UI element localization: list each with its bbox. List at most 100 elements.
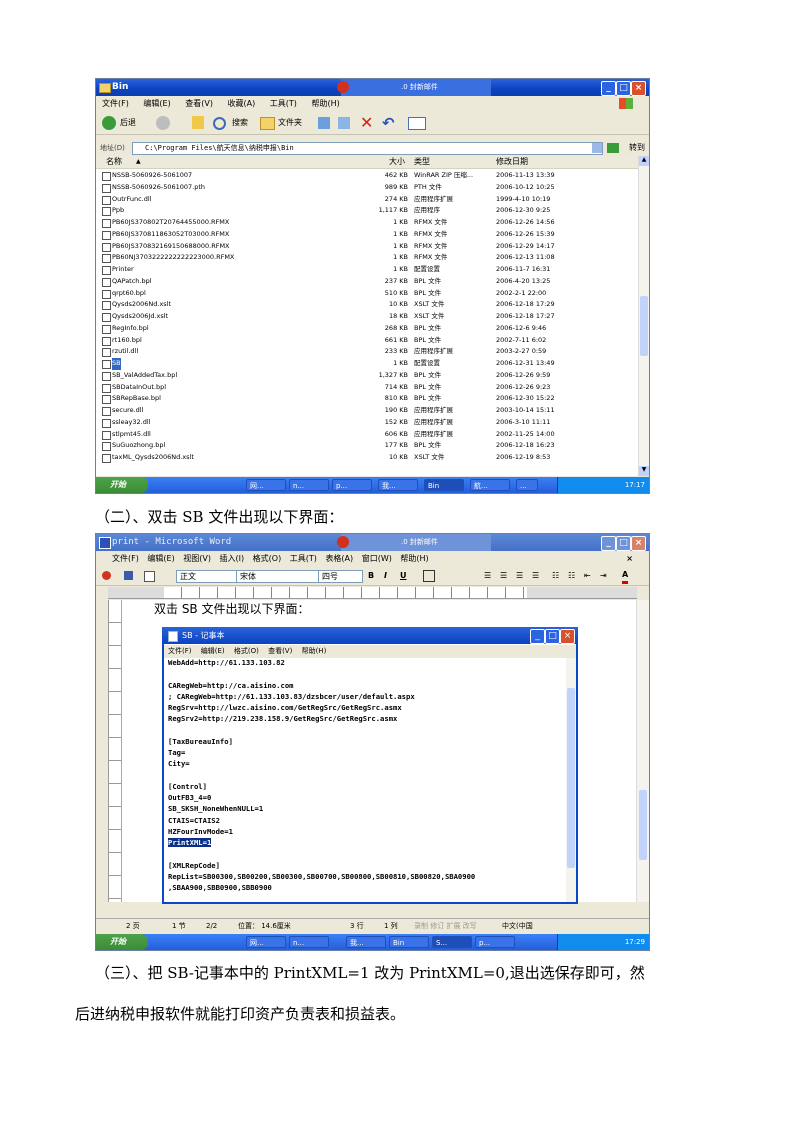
menu-edit[interactable]: 编辑(E): [147, 554, 174, 563]
menu-view[interactable]: 查看(V): [185, 99, 213, 108]
taskbar-item[interactable]: p...: [475, 936, 515, 948]
style-select[interactable]: 正文: [176, 570, 239, 583]
back-icon[interactable]: [102, 116, 116, 130]
italic-icon[interactable]: I: [384, 567, 387, 585]
align-center-icon[interactable]: ☰: [500, 567, 507, 585]
file-row[interactable]: Printer 1 KB 配置设置 2006-11-7 16:31: [96, 264, 639, 276]
underline-icon[interactable]: U: [400, 567, 407, 585]
word-scrollbar[interactable]: [636, 600, 649, 902]
file-list-scrollbar[interactable]: ▲ ▼: [638, 156, 649, 476]
search-label[interactable]: 搜索: [232, 112, 248, 134]
start-button[interactable]: 开始: [96, 934, 148, 950]
notepad-text-area[interactable]: WebAdd=http://61.133.103.82 CARegWeb=htt…: [168, 657, 475, 893]
file-row[interactable]: SBDataInOut.bpl 714 KB BPL 文件 2006-12-26 9:…: [96, 382, 639, 394]
align-left-icon[interactable]: ☰: [484, 567, 491, 585]
go-button[interactable]: 转到: [629, 141, 645, 155]
menu-table[interactable]: 表格(A): [325, 554, 353, 563]
file-row[interactable]: Qysds2006Jd.xslt 18 KB XSLT 文件 2006-12-18 1…: [96, 311, 639, 323]
copy-to-icon[interactable]: [338, 117, 350, 129]
taskbar-item[interactable]: Bin: [424, 479, 464, 491]
address-input[interactable]: C:\Program Files\航天信息\纳税申报\Bin: [132, 142, 603, 155]
font-color-icon[interactable]: A: [622, 569, 629, 584]
save-icon[interactable]: [124, 571, 133, 580]
file-row[interactable]: stlpmt45.dll 606 KB 应用程序扩展 2002-11-25 14:00: [96, 429, 639, 441]
address-dropdown-icon[interactable]: [592, 143, 602, 153]
menu-file[interactable]: 文件(F): [112, 554, 139, 563]
search-icon[interactable]: [213, 117, 226, 130]
menu-insert[interactable]: 插入(I): [220, 554, 245, 563]
justify-icon[interactable]: ☰: [532, 567, 539, 585]
file-row[interactable]: PB60JS370811863052T03000.RFMX 1 KB RFMX 文件…: [96, 229, 639, 241]
menu-window[interactable]: 窗口(W): [362, 554, 392, 563]
file-row[interactable]: QAPatch.bpl 237 KB BPL 文件 2006-4-20 13:25: [96, 276, 639, 288]
file-row[interactable]: taxML_Qysds2006Nd.xslt 10 KB XSLT 文件 2006-1…: [96, 452, 639, 464]
bold-icon[interactable]: B: [368, 567, 374, 585]
menu-view[interactable]: 查看(V): [268, 647, 292, 655]
taskbar-item[interactable]: p...: [332, 479, 372, 491]
start-button[interactable]: 开始: [96, 477, 148, 493]
menu-file[interactable]: 文件(F): [102, 99, 129, 108]
folders-label[interactable]: 文件夹: [278, 112, 302, 134]
taskbar-item[interactable]: 网...: [246, 936, 286, 948]
taskbar-item[interactable]: n...: [289, 479, 329, 491]
file-row[interactable]: Ppb 1,117 KB 应用程序 2006-12-30 9:25: [96, 205, 639, 217]
column-size[interactable]: 大小: [389, 156, 405, 168]
close-button[interactable]: ×: [631, 81, 646, 96]
forward-icon[interactable]: [156, 116, 170, 130]
taskbar-item[interactable]: S...: [432, 936, 472, 948]
close-button[interactable]: ×: [631, 536, 646, 551]
undo-icon[interactable]: ↶: [382, 112, 395, 134]
notepad-scrollbar[interactable]: [566, 658, 576, 902]
minimize-button[interactable]: _: [601, 81, 616, 96]
menu-format[interactable]: 格式(O): [234, 647, 259, 655]
file-row[interactable]: Qysds2006Nd.xslt 10 KB XSLT 文件 2006-12-18 1…: [96, 299, 639, 311]
menu-help[interactable]: 帮助(H): [311, 99, 339, 108]
taskbar-item[interactable]: 我...: [346, 936, 386, 948]
size-select[interactable]: 四号: [318, 570, 363, 583]
taskbar-item[interactable]: 网...: [246, 479, 286, 491]
move-to-icon[interactable]: [318, 117, 330, 129]
views-icon[interactable]: [408, 117, 426, 130]
numbering-icon[interactable]: ☷: [552, 567, 559, 585]
file-row[interactable]: RegInfo.bpl 268 KB BPL 文件 2006-12-6 9:46: [96, 323, 639, 335]
menu-format[interactable]: 格式(O): [253, 554, 282, 563]
column-name[interactable]: 名称: [106, 156, 122, 168]
file-row[interactable]: secure.dll 190 KB 应用程序扩展 2003-10-14 15:11: [96, 405, 639, 417]
file-row[interactable]: SuGuozhong.bpl 177 KB BPL 文件 2006-12-18 16:…: [96, 440, 639, 452]
menu-view[interactable]: 视图(V): [183, 554, 211, 563]
maximize-button[interactable]: □: [616, 81, 631, 96]
font-select[interactable]: 宋体: [236, 570, 321, 583]
menu-edit[interactable]: 编辑(E): [143, 99, 170, 108]
align-right-icon[interactable]: ☰: [516, 567, 523, 585]
outdent-icon[interactable]: ⇥: [600, 567, 607, 585]
file-row[interactable]: ssleay32.dll 152 KB 应用程序扩展 2006-3-10 11:11: [96, 417, 639, 429]
file-row[interactable]: NSSB-5060926-5061007 462 KB WinRAR ZIP 压缩.…: [96, 170, 639, 182]
scroll-down-icon[interactable]: ▼: [639, 466, 649, 476]
up-folder-icon[interactable]: [192, 116, 204, 129]
scroll-thumb[interactable]: [640, 296, 648, 356]
file-row[interactable]: OutrFunc.dll 274 KB 应用程序扩展 1999-4-10 10:19: [96, 194, 639, 206]
bullets-icon[interactable]: ☷: [568, 567, 575, 585]
maximize-button[interactable]: □: [616, 536, 631, 551]
scroll-up-icon[interactable]: ▲: [639, 156, 649, 166]
print-preview-icon[interactable]: [144, 571, 155, 582]
file-row[interactable]: SB 1 KB 配置设置 2006-12-31 13:49: [96, 358, 639, 370]
taskbar-item[interactable]: Bin: [389, 936, 429, 948]
column-date[interactable]: 修改日期: [496, 156, 528, 168]
border-icon[interactable]: [423, 570, 435, 582]
menu-tools[interactable]: 工具(T): [290, 554, 317, 563]
taskbar-item[interactable]: n...: [289, 936, 329, 948]
go-icon[interactable]: [607, 143, 619, 153]
vertical-ruler[interactable]: [109, 600, 122, 902]
file-row[interactable]: PB60JS370802T20764455000.RFMX 1 KB RFMX 文件…: [96, 217, 639, 229]
delete-icon[interactable]: ✕: [360, 112, 373, 134]
back-label[interactable]: 后退: [120, 112, 136, 134]
file-row[interactable]: SBRepBase.bpl 810 KB BPL 文件 2006-12-30 15:2…: [96, 393, 639, 405]
menu-tools[interactable]: 工具(T): [270, 99, 297, 108]
menu-file[interactable]: 文件(F): [168, 647, 192, 655]
file-row[interactable]: SB_ValAddedTax.bpl 1,327 KB BPL 文件 2006-12-…: [96, 370, 639, 382]
indent-icon[interactable]: ⇤: [584, 567, 591, 585]
notepad-minimize-button[interactable]: _: [530, 629, 545, 644]
menu-favorites[interactable]: 收藏(A): [228, 99, 256, 108]
menu-help[interactable]: 帮助(H): [400, 554, 428, 563]
